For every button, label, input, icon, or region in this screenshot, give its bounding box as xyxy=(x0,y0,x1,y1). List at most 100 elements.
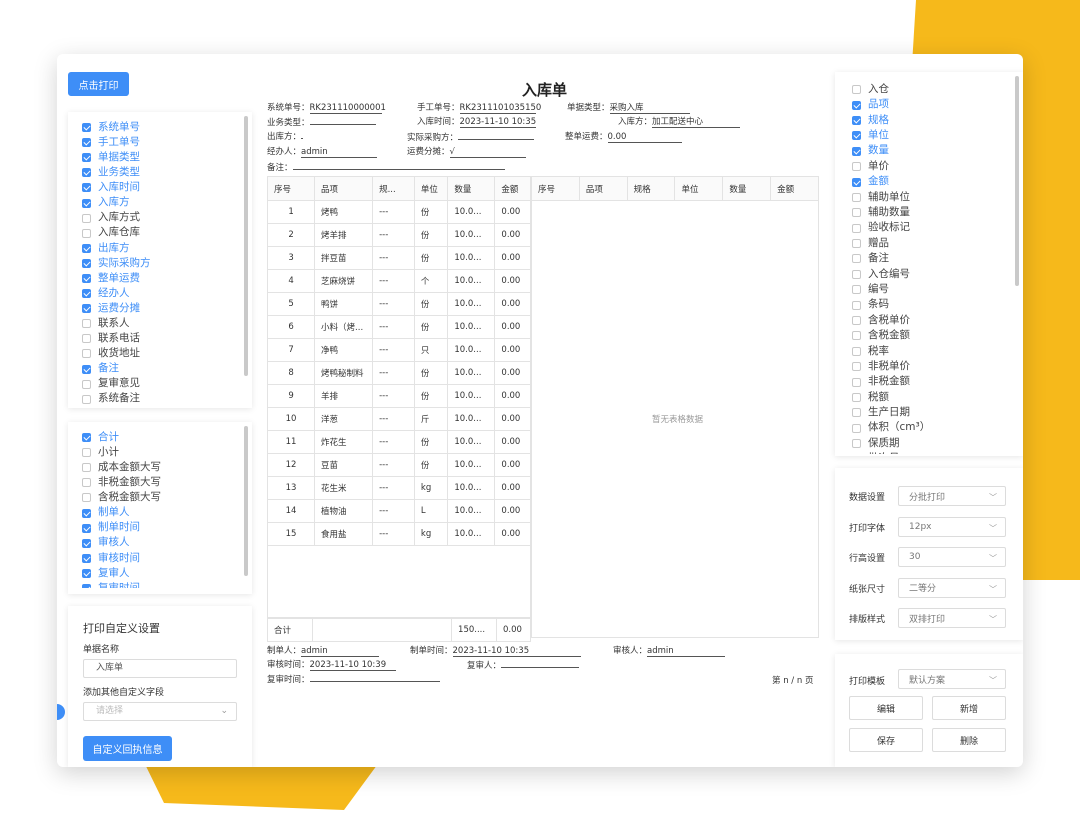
field-toggle-item[interactable]: 税率 xyxy=(852,344,1012,359)
field-toggle-item[interactable]: 单据类型 xyxy=(82,150,242,165)
field-toggle-item[interactable]: 保质期 xyxy=(852,436,1012,451)
field-toggle-item[interactable]: 编号 xyxy=(852,282,1012,297)
field-toggle-item[interactable]: 含税金额大写 xyxy=(82,490,242,505)
checkbox-unchecked-icon[interactable] xyxy=(852,85,861,95)
checkbox-checked-icon[interactable] xyxy=(82,123,91,133)
checkbox-unchecked-icon[interactable] xyxy=(852,208,861,218)
template-select[interactable]: 默认方案 ﹀ xyxy=(898,669,1006,689)
field-toggle-item[interactable]: 入库时间 xyxy=(82,180,242,195)
field-toggle-item[interactable]: 非税金额大写 xyxy=(82,475,242,490)
checkbox-checked-icon[interactable] xyxy=(82,583,91,588)
field-toggle-item[interactable]: 入库方 xyxy=(82,195,242,210)
checkbox-checked-icon[interactable] xyxy=(82,553,91,563)
checkbox-checked-icon[interactable] xyxy=(82,433,91,443)
field-toggle-item[interactable]: 业务类型 xyxy=(82,165,242,180)
checkbox-unchecked-icon[interactable] xyxy=(852,393,861,402)
checkbox-unchecked-icon[interactable] xyxy=(852,408,861,418)
field-toggle-item[interactable]: 小计 xyxy=(82,445,242,460)
checkbox-unchecked-icon[interactable] xyxy=(82,334,91,344)
field-toggle-item[interactable]: 条码 xyxy=(852,297,1012,312)
field-toggle-item[interactable]: 金额 xyxy=(852,174,1012,189)
checkbox-checked-icon[interactable] xyxy=(82,523,91,533)
field-toggle-item[interactable]: 联系电话 xyxy=(82,331,242,346)
field-toggle-item[interactable]: 成本金额大写 xyxy=(82,460,242,475)
save-button[interactable]: 保存 xyxy=(849,728,923,752)
checkbox-checked-icon[interactable] xyxy=(852,115,861,125)
delete-button[interactable]: 删除 xyxy=(932,728,1006,752)
checkbox-unchecked-icon[interactable] xyxy=(82,228,91,238)
field-toggle-item[interactable]: 复审时间 xyxy=(82,581,242,588)
checkbox-checked-icon[interactable] xyxy=(82,273,91,283)
help-dot-icon[interactable] xyxy=(57,704,65,720)
setting-select[interactable]: 分批打印 ﹀ xyxy=(898,486,1006,506)
checkbox-unchecked-icon[interactable] xyxy=(82,463,91,473)
extra-field-select[interactable]: 请选择 ⌄ xyxy=(83,702,237,721)
checkbox-unchecked-icon[interactable] xyxy=(852,269,861,279)
checkbox-unchecked-icon[interactable] xyxy=(852,300,861,310)
field-toggle-item[interactable]: 运费分摊 xyxy=(82,301,242,316)
checkbox-unchecked-icon[interactable] xyxy=(82,493,91,503)
print-button[interactable]: 点击打印 xyxy=(68,72,129,96)
field-toggle-item[interactable]: 规格 xyxy=(852,113,1012,128)
field-toggle-item[interactable]: 生产日期 xyxy=(852,405,1012,420)
field-toggle-item[interactable]: 出库方 xyxy=(82,241,242,256)
field-toggle-item[interactable]: 复审意见 xyxy=(82,377,242,392)
field-toggle-item[interactable]: 非税金额 xyxy=(852,374,1012,389)
field-toggle-item[interactable]: 体积（cm³） xyxy=(852,421,1012,436)
field-toggle-item[interactable]: 系统单号 xyxy=(82,120,242,135)
field-toggle-item[interactable]: 收货地址 xyxy=(82,346,242,361)
field-toggle-item[interactable]: 实际采购方 xyxy=(82,256,242,271)
field-toggle-item[interactable]: 辅助单位 xyxy=(852,190,1012,205)
checkbox-unchecked-icon[interactable] xyxy=(82,319,91,329)
field-toggle-item[interactable]: 入库方式 xyxy=(82,211,242,226)
checkbox-unchecked-icon[interactable] xyxy=(852,254,861,264)
scrollbar[interactable] xyxy=(1015,76,1019,286)
checkbox-checked-icon[interactable] xyxy=(82,243,91,253)
setting-select[interactable]: 12px ﹀ xyxy=(898,516,1006,537)
checkbox-unchecked-icon[interactable] xyxy=(852,316,861,326)
checkbox-checked-icon[interactable] xyxy=(82,304,91,314)
doc-name-input[interactable]: 入库单 xyxy=(83,659,237,678)
field-toggle-item[interactable]: 联系人 xyxy=(82,316,242,331)
field-toggle-item[interactable]: 非税单价 xyxy=(852,359,1012,374)
checkbox-unchecked-icon[interactable] xyxy=(82,213,91,223)
edit-button[interactable]: 编辑 xyxy=(849,696,923,720)
setting-select[interactable]: 二等分 ﹀ xyxy=(898,577,1006,598)
checkbox-unchecked-icon[interactable] xyxy=(852,239,861,249)
field-toggle-item[interactable]: 赠品 xyxy=(852,236,1012,251)
field-toggle-item[interactable]: 备注 xyxy=(852,251,1012,266)
add-button[interactable]: 新增 xyxy=(932,696,1006,720)
custom-receipt-button[interactable]: 自定义回执信息 xyxy=(83,736,172,761)
field-toggle-item[interactable]: 批次号 xyxy=(852,451,1012,454)
field-toggle-item[interactable]: 制单时间 xyxy=(82,521,242,536)
checkbox-checked-icon[interactable] xyxy=(852,100,861,110)
setting-select[interactable]: 30 ﹀ xyxy=(898,547,1006,567)
checkbox-checked-icon[interactable] xyxy=(82,198,91,208)
field-toggle-item[interactable]: 复审人 xyxy=(82,566,242,581)
checkbox-checked-icon[interactable] xyxy=(852,177,861,187)
checkbox-unchecked-icon[interactable] xyxy=(852,285,861,295)
checkbox-checked-icon[interactable] xyxy=(82,289,91,299)
setting-select[interactable]: 双排打印 ﹀ xyxy=(898,608,1006,628)
checkbox-checked-icon[interactable] xyxy=(82,538,91,548)
checkbox-unchecked-icon[interactable] xyxy=(852,331,861,341)
checkbox-checked-icon[interactable] xyxy=(852,146,861,156)
checkbox-checked-icon[interactable] xyxy=(82,364,91,374)
checkbox-unchecked-icon[interactable] xyxy=(82,448,91,458)
scrollbar[interactable] xyxy=(244,116,248,376)
field-toggle-item[interactable]: 整单运费 xyxy=(82,271,242,286)
checkbox-checked-icon[interactable] xyxy=(82,258,91,268)
checkbox-unchecked-icon[interactable] xyxy=(82,379,91,389)
scrollbar[interactable] xyxy=(244,426,248,576)
field-toggle-item[interactable]: 系统备注 xyxy=(82,392,242,406)
field-toggle-item[interactable]: 验收标记 xyxy=(852,221,1012,236)
checkbox-unchecked-icon[interactable] xyxy=(852,162,861,172)
field-toggle-item[interactable]: 经办人 xyxy=(82,286,242,301)
field-toggle-item[interactable]: 审核时间 xyxy=(82,551,242,566)
field-toggle-item[interactable]: 含税金额 xyxy=(852,328,1012,343)
field-toggle-item[interactable]: 制单人 xyxy=(82,505,242,520)
field-toggle-item[interactable]: 入库仓库 xyxy=(82,226,242,241)
field-toggle-item[interactable]: 辅助数量 xyxy=(852,205,1012,220)
checkbox-unchecked-icon[interactable] xyxy=(852,439,861,449)
field-toggle-item[interactable]: 手工单号 xyxy=(82,135,242,150)
